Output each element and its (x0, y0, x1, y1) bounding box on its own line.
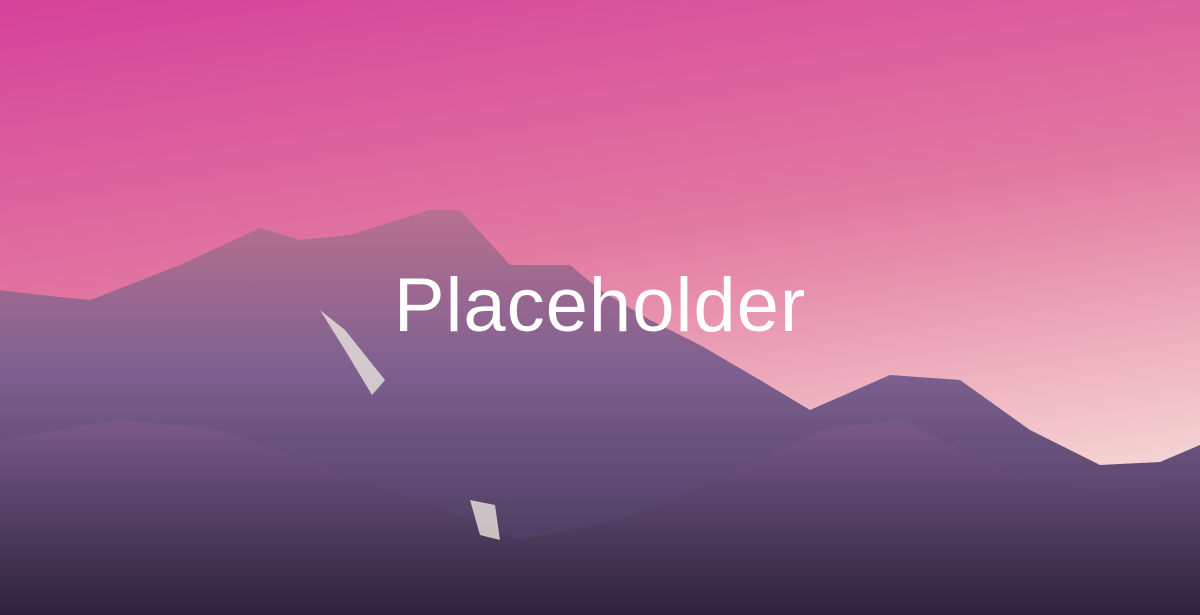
placeholder-caption: Placeholder (393, 263, 807, 348)
